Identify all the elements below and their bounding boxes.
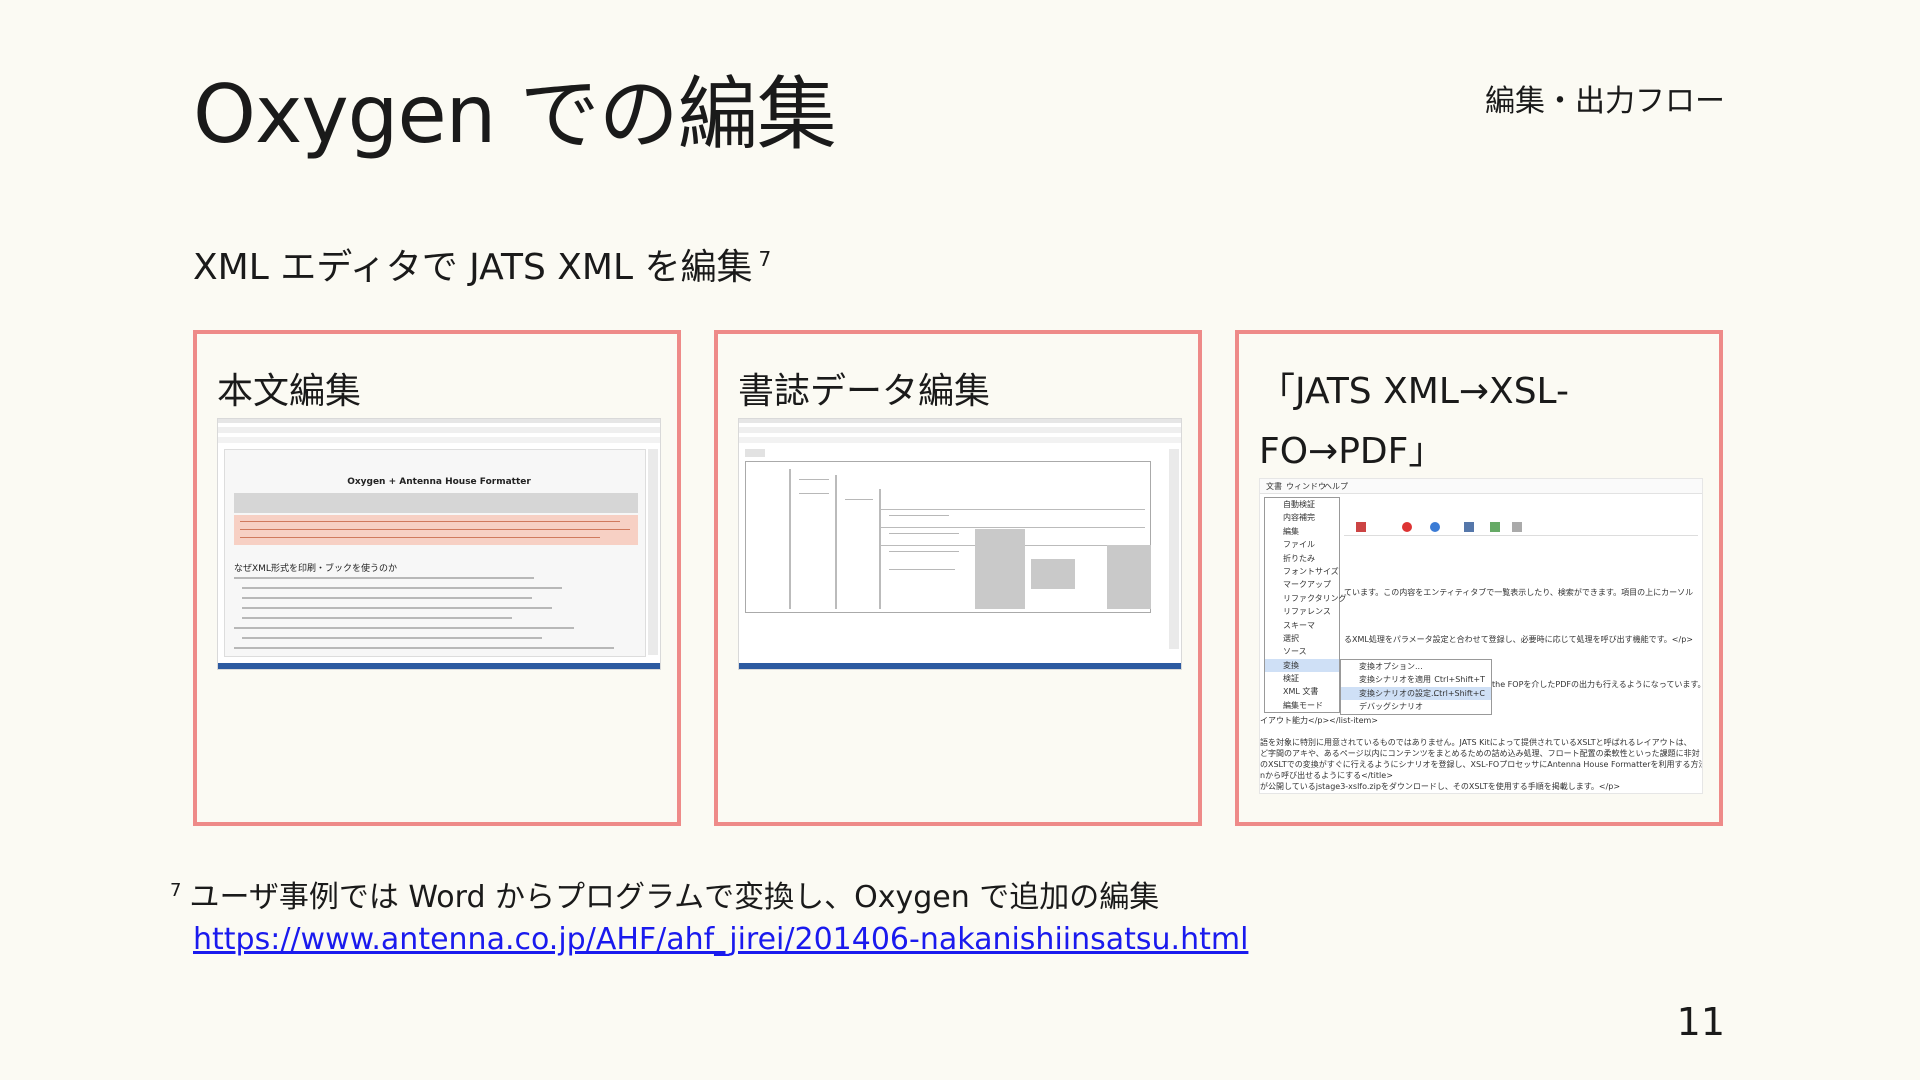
menu-item-xml-document[interactable]: XML 文書 — [1265, 685, 1339, 698]
subtitle-text: XML エディタで JATS XML を編集 — [193, 247, 753, 288]
menu-item-folding[interactable]: 折りたみ — [1265, 552, 1339, 565]
editor-line: the FOPを介したPDFの出力も行えるようになっています。 — [1492, 680, 1703, 689]
menu-item-font-size[interactable]: フォントサイズ — [1265, 565, 1339, 578]
section-label: 編集・出力フロー — [1485, 84, 1725, 119]
submenu-item-label: 変換シナリオを適用 — [1359, 675, 1431, 685]
submenu-item-apply-scenario[interactable]: 変換シナリオを適用 Ctrl+Shift+T — [1341, 673, 1491, 686]
submenu-item-label: 変換オプション... — [1359, 662, 1423, 671]
editor-line: ど字間のアキや、あるページ以内にコンテンツをまとめるための詰め込み処理、フロート… — [1260, 749, 1700, 758]
panel-heading: 書誌データ編集 — [738, 371, 991, 412]
menu-item-auto-validate[interactable]: 自動検証 — [1265, 498, 1339, 511]
footnote: 7 ユーザ事例では Word からプログラムで変換し、Oxygen で追加の編集 — [170, 872, 1159, 916]
editor-line: イアウト能力</p></list-item> — [1260, 716, 1378, 725]
menu-item-transform[interactable]: 変換 — [1265, 658, 1339, 673]
menu-item-edit[interactable]: 編集 — [1265, 525, 1339, 538]
menu-item-content-completion[interactable]: 内容補完 — [1265, 511, 1339, 524]
screenshot-transformation-menu: 文書 ウィンドウ ヘルプ 自動検証 内容補完 編集 ファイル 折りたみ フォント… — [1259, 478, 1703, 794]
screenshot-bibliographic-editing — [738, 418, 1182, 670]
submenu-item-label: デバッグシナリオ — [1359, 702, 1423, 712]
menu-item-markup[interactable]: マークアップ — [1265, 578, 1339, 591]
slide-title: Oxygen での編集 — [193, 68, 837, 161]
submenu-item-debug-scenario[interactable]: デバッグシナリオ — [1341, 700, 1491, 713]
footnote-ref[interactable]: 7 — [758, 247, 771, 271]
body-heading: なぜXML形式を印刷・ブックを使うのか — [234, 564, 397, 574]
panel-heading: 「JATS XML→XSL-FO→PDF」 — [1259, 371, 1569, 472]
panel-transformation: 「JATS XML→XSL-FO→PDF」 文書 ウィンドウ ヘルプ 自動検証 … — [1235, 330, 1723, 826]
menu-window[interactable]: ウィンドウ — [1286, 481, 1326, 492]
transform-submenu: 変換オプション... 変換シナリオを適用 Ctrl+Shift+T 変換シナリオの… — [1340, 659, 1492, 715]
submenu-item-configure-scenario[interactable]: 変換シナリオの設定... Ctrl+Shift+C — [1341, 686, 1491, 701]
menu-item-source[interactable]: ソース — [1265, 645, 1339, 658]
editor-line: nから呼び出せるようにする</title> — [1260, 771, 1393, 780]
menu-item-references[interactable]: リファレンス — [1265, 605, 1339, 618]
submenu-shortcut: Ctrl+Shift+T — [1434, 675, 1485, 685]
menu-item-select[interactable]: 選択 — [1265, 632, 1339, 645]
submenu-item-label: 変換シナリオの設定... — [1359, 688, 1439, 698]
page-number: 11 — [1676, 1000, 1725, 1044]
editor-line: るXML処理をパラメータ設定と合わせて登録し、必要時に応じて処理を呼び出す機能で… — [1344, 635, 1693, 644]
panel-bibliographic-editing: 書誌データ編集 — [714, 330, 1202, 826]
document-menu: 自動検証 内容補完 編集 ファイル 折りたみ フォントサイズ マークアップ リフ… — [1264, 497, 1347, 714]
submenu-shortcut: Ctrl+Shift+C — [1433, 688, 1485, 698]
editor-line: のXSLTでの変換がすぐに行えるようにシナリオを登録し、XSL-FOプロセッサに… — [1260, 760, 1703, 769]
validate-icon[interactable] — [1490, 522, 1500, 532]
editor-line: ています。この内容をエンティティタブで一覧表示したり、検索ができます。項目の上に… — [1344, 588, 1694, 597]
panel-body-editing: 本文編集 Oxygen + Antenna House Formatter なぜ… — [193, 330, 681, 826]
format-icon[interactable] — [1464, 522, 1474, 532]
submenu-item-transform-options[interactable]: 変換オプション... — [1341, 660, 1491, 673]
debug-icon[interactable] — [1430, 522, 1440, 532]
menu-item-edit-mode[interactable]: 編集モード — [1265, 699, 1339, 712]
doc-title: Oxygen + Antenna House Formatter — [347, 477, 531, 487]
run-transform-icon[interactable] — [1402, 522, 1412, 532]
settings-icon[interactable] — [1512, 522, 1522, 532]
toolbar — [1344, 519, 1698, 536]
menu-item-file[interactable]: ファイル — [1265, 538, 1339, 551]
panel-heading: 本文編集 — [217, 371, 362, 412]
menubar: 文書 ウィンドウ ヘルプ — [1260, 479, 1702, 494]
footnote-link[interactable]: https://www.antenna.co.jp/AHF/ahf_jirei/… — [193, 922, 1248, 957]
menu-help[interactable]: ヘルプ — [1324, 481, 1348, 492]
menu-document[interactable]: 文書 — [1266, 481, 1282, 492]
menu-item-refactoring[interactable]: リファクタリング — [1265, 592, 1347, 605]
footnote-text: ユーザ事例では Word からプログラムで変換し、Oxygen で追加の編集 — [189, 880, 1160, 915]
editor-line: が公開しているjstage3-xslfo.zipをダウンロードし、そのXSLTを… — [1260, 782, 1621, 791]
footnote-marker: 7 — [170, 880, 182, 901]
subtitle: XML エディタで JATS XML を編集 7 — [193, 238, 771, 290]
menu-item-validate[interactable]: 検証 — [1265, 672, 1339, 685]
screenshot-body-editing: Oxygen + Antenna House Formatter なぜXML形式… — [217, 418, 661, 670]
menu-item-schema[interactable]: スキーマ — [1265, 619, 1339, 632]
editor-line: 語を対象に特別に用意されているものではありません。JATS Kitによって提供さ… — [1260, 738, 1692, 747]
